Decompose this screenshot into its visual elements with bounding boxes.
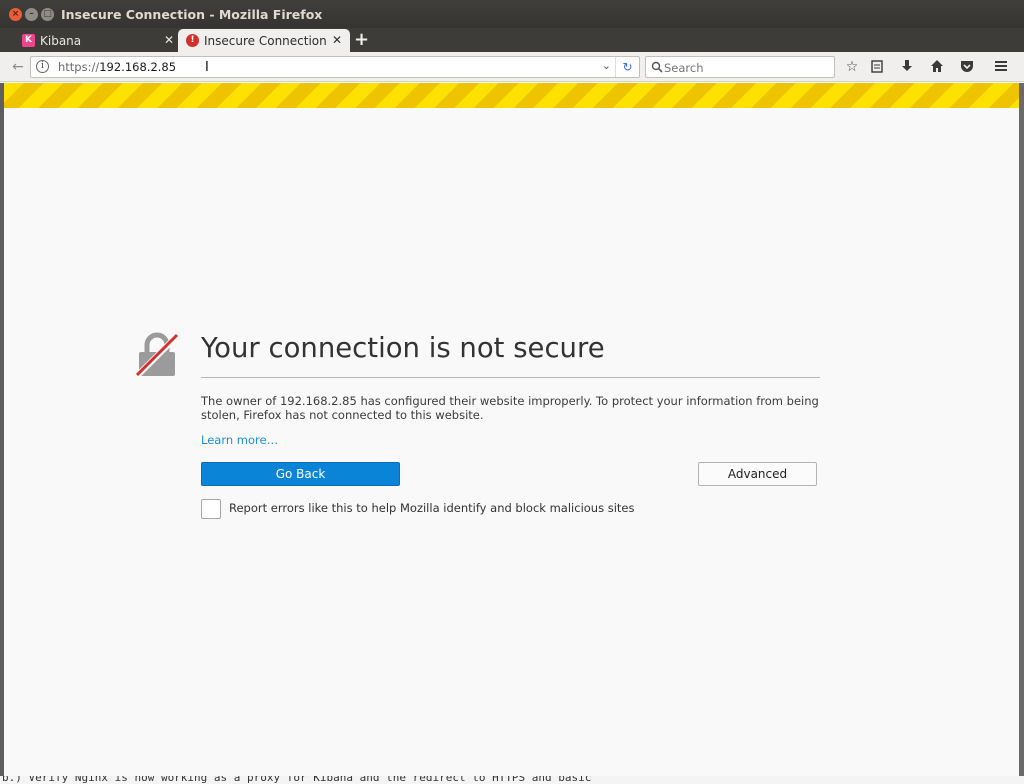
go-back-button[interactable]: Go Back xyxy=(201,462,400,486)
window-title: Insecure Connection - Mozilla Firefox xyxy=(61,7,323,22)
pocket-icon[interactable] xyxy=(958,59,976,77)
window-controls: × – □ xyxy=(9,8,54,21)
tab-close-icon[interactable]: ✕ xyxy=(164,33,174,47)
chevron-down-icon[interactable]: ⌄ xyxy=(602,59,611,72)
tab-strip: K Kibana ✕ ! Insecure Connection ✕ + xyxy=(0,28,1024,52)
page-title: Your connection is not secure xyxy=(201,332,605,364)
navigation-toolbar: ← i https://192.168.2.85 I ⌄ ↻ ☆ xyxy=(0,52,1024,82)
download-icon[interactable] xyxy=(898,59,916,77)
tab-close-icon[interactable]: ✕ xyxy=(332,33,342,47)
url-bar[interactable]: i https://192.168.2.85 I ⌄ ↻ xyxy=(30,56,640,78)
kibana-favicon-icon: K xyxy=(22,34,35,47)
window-right-border xyxy=(1019,83,1024,784)
text-cursor-icon: I xyxy=(205,60,209,75)
url-host: 192.168.2.85 xyxy=(99,60,177,74)
report-errors-checkbox[interactable] xyxy=(201,499,221,519)
background-text: b.) Verify Nginx is now working as a pro… xyxy=(2,776,592,784)
broken-lock-icon xyxy=(135,332,179,378)
error-description: The owner of 192.168.2.85 has configured… xyxy=(201,394,819,422)
hamburger-menu-icon[interactable] xyxy=(992,59,1010,77)
report-errors-label: Report errors like this to help Mozilla … xyxy=(229,501,635,515)
clipboard-icon xyxy=(871,60,883,73)
minimize-window-icon[interactable]: – xyxy=(25,8,38,21)
download-arrow-icon xyxy=(902,60,912,71)
url-text[interactable]: https://192.168.2.85 xyxy=(58,60,176,74)
info-icon[interactable]: i xyxy=(36,60,49,73)
menu-lines-icon xyxy=(995,61,1007,71)
tab-kibana[interactable]: K Kibana ✕ xyxy=(14,29,182,52)
tab-label: Insecure Connection xyxy=(204,33,327,48)
background-document-text: b.) Verify Nginx is now working as a pro… xyxy=(0,776,1024,784)
title-bar: × – □ Insecure Connection - Mozilla Fire… xyxy=(0,0,1024,28)
warning-favicon-icon: ! xyxy=(186,34,199,47)
browser-window: × – □ Insecure Connection - Mozilla Fire… xyxy=(0,0,1024,784)
url-scheme: https:// xyxy=(58,60,100,74)
house-icon xyxy=(931,60,943,72)
advanced-button[interactable]: Advanced xyxy=(698,462,817,486)
tab-label: Kibana xyxy=(40,33,82,48)
new-tab-icon[interactable]: + xyxy=(354,29,369,50)
maximize-window-icon[interactable]: □ xyxy=(41,8,54,21)
error-page: Your connection is not secure The owner … xyxy=(4,108,1019,780)
reload-icon[interactable]: ↻ xyxy=(615,57,639,77)
close-window-icon[interactable]: × xyxy=(9,8,22,21)
search-input[interactable] xyxy=(664,61,824,75)
warning-stripe xyxy=(4,83,1019,108)
learn-more-link[interactable]: Learn more… xyxy=(201,433,278,447)
search-icon xyxy=(651,61,663,73)
tab-insecure-connection[interactable]: ! Insecure Connection ✕ xyxy=(178,29,350,52)
pocket-shape-icon xyxy=(961,61,973,72)
divider xyxy=(201,377,820,378)
reading-list-icon[interactable] xyxy=(868,59,886,77)
home-icon[interactable] xyxy=(928,59,946,77)
back-arrow-icon[interactable]: ← xyxy=(8,57,28,77)
search-bar[interactable] xyxy=(645,56,835,78)
bookmark-star-icon[interactable]: ☆ xyxy=(843,59,861,77)
